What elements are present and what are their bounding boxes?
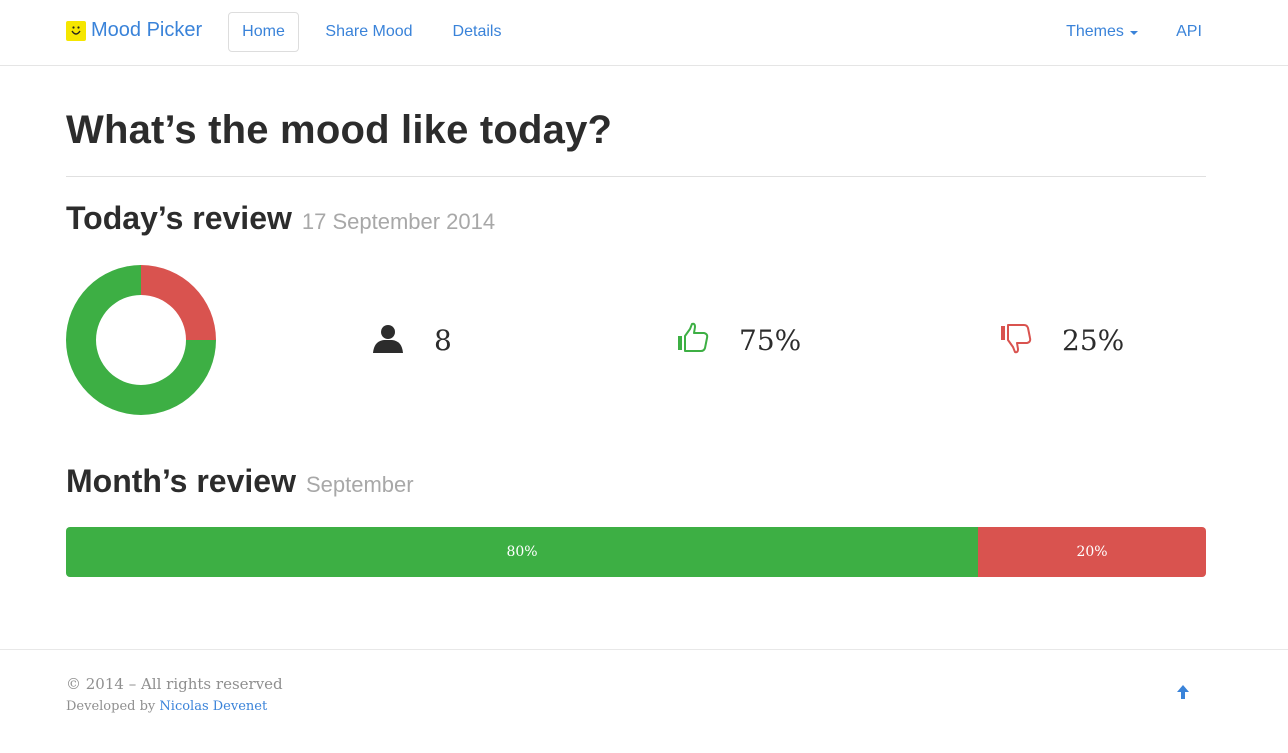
today-review-date: 17 September 2014 (301, 209, 496, 234)
back-to-top-button[interactable] (1174, 683, 1192, 701)
nav-themes-label: Themes (1066, 23, 1124, 40)
month-review-title: Month’s review (66, 463, 296, 499)
month-progress-bar: 80% 20% (66, 527, 1206, 577)
footer-divider (0, 649, 1288, 650)
nav-home[interactable]: Home (228, 12, 299, 52)
thumbs-up-icon (677, 322, 709, 359)
caret-down-icon (1129, 31, 1138, 35)
nav-details[interactable]: Details (441, 12, 513, 52)
thumbs-down-icon (1000, 322, 1032, 359)
title-divider (66, 176, 1206, 177)
nav-share-mood[interactable]: Share Mood (312, 12, 426, 52)
page-title: What’s the mood like today? (66, 108, 613, 152)
nav-details-label: Details (452, 23, 502, 40)
progress-negative-label: 20% (1076, 544, 1108, 560)
developer-link[interactable]: Nicolas Devenet (159, 699, 267, 714)
nav-home-label: Home (242, 23, 285, 40)
nav-api[interactable]: API (1166, 12, 1212, 52)
negative-percent: 25% (1062, 323, 1125, 357)
footer-developed-prefix: Developed by (66, 699, 160, 714)
progress-bar-negative: 20% (978, 527, 1206, 577)
donut-slice-negative (141, 265, 216, 340)
positive-percent: 75% (739, 323, 802, 357)
users-stat: 8 (372, 318, 452, 362)
footer-copyright: © 2014 – All rights reserved (66, 675, 283, 693)
today-review-heading: Today’s review 17 September 2014 (66, 200, 495, 237)
footer-developer: Developed by Nicolas Devenet (66, 699, 267, 714)
arrow-up-icon (1177, 685, 1189, 699)
brand-label: Mood Picker (91, 19, 203, 41)
progress-bar-positive: 80% (66, 527, 978, 577)
nav-themes-dropdown[interactable]: Themes (1052, 12, 1152, 52)
brand-link[interactable]: Mood Picker (66, 19, 202, 42)
nav-api-label: API (1176, 23, 1202, 40)
navbar: Mood Picker Home Share Mood Details Them… (0, 0, 1288, 66)
positive-stat: 75% (677, 318, 801, 362)
month-review-month: September (305, 472, 414, 497)
today-donut-chart (66, 265, 216, 415)
nav-share-mood-label: Share Mood (325, 23, 413, 40)
month-review-heading: Month’s review September (66, 463, 414, 500)
progress-positive-label: 80% (506, 544, 538, 560)
today-review-title: Today’s review (66, 200, 292, 236)
negative-stat: 25% (1000, 318, 1124, 362)
users-count: 8 (434, 323, 452, 357)
user-icon (372, 322, 404, 359)
smiley-icon (66, 21, 86, 41)
